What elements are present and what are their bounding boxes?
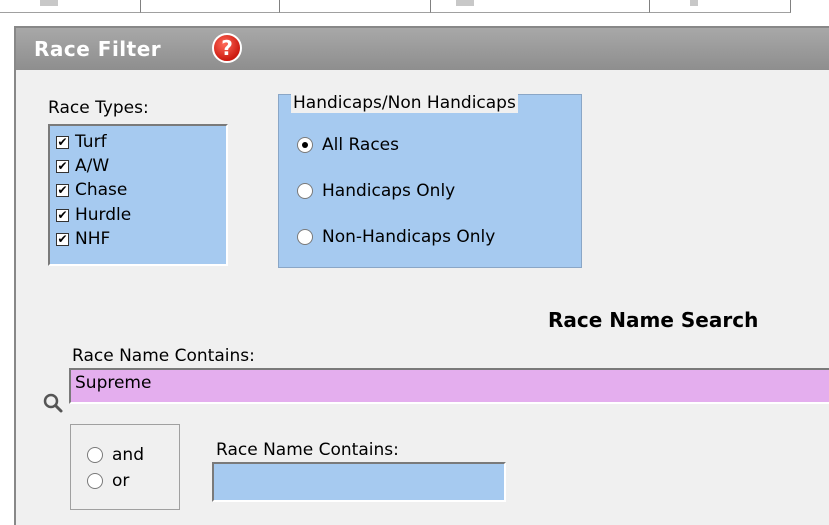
radio-label: or (112, 471, 130, 491)
checkbox-icon[interactable]: ✔ (56, 208, 69, 222)
race-filter-panel: Race Filter ? Race Types: ✔ Turf ✔ A/W ✔… (14, 26, 829, 525)
table-cell (0, 0, 141, 13)
radio-label: and (112, 445, 144, 465)
radio-all-races[interactable]: All Races (297, 135, 399, 155)
race-name-input-2[interactable] (212, 462, 506, 502)
table-icon (690, 0, 698, 6)
race-type-aw[interactable]: ✔ A/W (56, 154, 109, 178)
race-types-label: Race Types: (48, 98, 149, 118)
panel-title: Race Filter (34, 37, 162, 61)
race-name-input-1[interactable]: Supreme (69, 368, 829, 404)
radio-label: All Races (322, 135, 399, 155)
magnifier-icon (43, 393, 63, 413)
table-cell (650, 0, 791, 13)
radio-icon[interactable] (297, 229, 313, 245)
handicap-group: Handicaps/Non Handicaps All Races Handic… (278, 93, 582, 268)
race-type-nhf[interactable]: ✔ NHF (56, 227, 110, 251)
table-cell (141, 0, 280, 13)
top-table-strip (0, 0, 829, 22)
race-name-search-heading: Race Name Search (548, 308, 759, 332)
checkbox-icon[interactable]: ✔ (56, 159, 69, 173)
checkbox-icon[interactable]: ✔ (56, 183, 69, 197)
title-bar: Race Filter ? (16, 28, 829, 70)
radio-or[interactable]: or (87, 471, 129, 491)
table-icon (456, 0, 474, 6)
radio-and[interactable]: and (87, 445, 144, 465)
checkbox-icon[interactable]: ✔ (56, 232, 69, 246)
race-type-chase[interactable]: ✔ Chase (56, 178, 127, 202)
radio-icon[interactable] (297, 137, 313, 153)
race-type-label: Hurdle (75, 205, 132, 225)
radio-icon[interactable] (87, 473, 103, 489)
race-type-label: Chase (75, 180, 128, 200)
race-type-label: Turf (75, 132, 107, 152)
race-type-label: A/W (75, 156, 110, 176)
race-name-contains-label-2: Race Name Contains: (216, 440, 399, 460)
radio-non-handicaps-only[interactable]: Non-Handicaps Only (297, 227, 495, 247)
race-types-list: ✔ Turf ✔ A/W ✔ Chase ✔ Hurdle ✔ NHF (48, 124, 228, 266)
radio-icon[interactable] (297, 183, 313, 199)
logic-option-box: and or (70, 424, 180, 510)
checkbox-icon[interactable]: ✔ (56, 135, 69, 149)
race-type-label: NHF (75, 229, 111, 249)
table-cell (280, 0, 431, 13)
radio-handicaps-only[interactable]: Handicaps Only (297, 181, 455, 201)
table-icon (40, 0, 58, 6)
race-type-hurdle[interactable]: ✔ Hurdle (56, 203, 131, 227)
race-type-turf[interactable]: ✔ Turf (56, 130, 107, 154)
radio-label: Handicaps Only (322, 181, 456, 201)
help-icon[interactable]: ? (212, 33, 242, 63)
handicap-group-legend: Handicaps/Non Handicaps (291, 93, 518, 113)
radio-label: Non-Handicaps Only (322, 227, 496, 247)
race-name-contains-label: Race Name Contains: (72, 346, 255, 366)
radio-icon[interactable] (87, 447, 103, 463)
